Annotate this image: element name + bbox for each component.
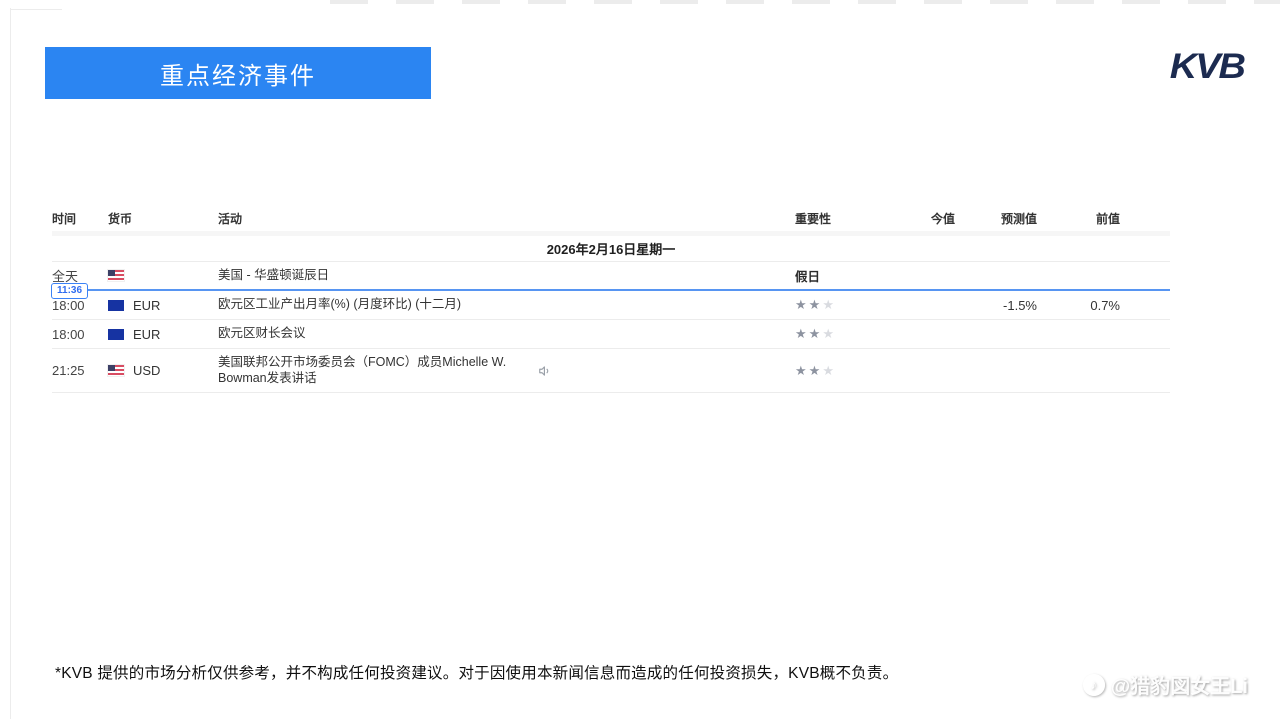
col-header-actual: 今值: [880, 210, 955, 227]
music-note-icon: ♪: [1083, 674, 1105, 696]
country-flag-icon: [108, 270, 124, 281]
country-flag-icon: [108, 329, 124, 340]
star-filled-icon: ★: [795, 326, 809, 341]
importance-rating: ★★★: [795, 297, 880, 313]
col-header-currency: 货币: [108, 210, 218, 227]
table-row: 18:00 EUR 欧元区工业产出月率(%) (月度环比) (十二月) ★★★ …: [52, 291, 1170, 320]
star-filled-icon: ★: [795, 297, 809, 312]
col-header-forecast: 预测值: [955, 210, 1037, 227]
star-filled-icon: ★: [809, 297, 823, 312]
event-time: 18:00: [52, 298, 108, 313]
star-empty-icon: ★: [822, 297, 836, 312]
activity-cell: 美国联邦公开市场委员会（FOMC）成员Michelle W. Bowman发表讲…: [218, 355, 795, 386]
date-label: 2026年2月16日星期一: [547, 239, 676, 258]
importance-rating: ★★★: [795, 326, 880, 342]
event-title: 美国 - 华盛顿诞辰日: [218, 268, 329, 284]
page-corner-line: [10, 9, 62, 10]
star-filled-icon: ★: [795, 363, 809, 378]
page-edge-artifact: [330, 0, 1280, 4]
page-title: 重点经济事件: [160, 56, 316, 91]
event-title: 欧元区工业产出月率(%) (月度环比) (十二月): [218, 297, 461, 313]
activity-cell: 美国 - 华盛顿诞辰日: [218, 268, 795, 284]
calendar-rows: 全天 美国 - 华盛顿诞辰日 假日 11:36 18:00 EUR 欧元区工业产…: [52, 262, 1170, 393]
watermark-text: @猎豹図女王Li: [1111, 670, 1248, 699]
country-flag-icon: [108, 365, 124, 376]
currency-cell: EUR: [108, 327, 218, 342]
activity-cell: 欧元区工业产出月率(%) (月度环比) (十二月): [218, 297, 795, 313]
star-filled-icon: ★: [809, 326, 823, 341]
currency-cell: [108, 270, 218, 281]
section-title-banner: 重点经济事件: [45, 47, 431, 99]
star-empty-icon: ★: [822, 363, 836, 378]
holiday-label: 假日: [795, 270, 820, 284]
star-empty-icon: ★: [822, 326, 836, 341]
currency-code: EUR: [133, 327, 160, 342]
table-row: 18:00 EUR 欧元区财长会议 ★★★: [52, 320, 1170, 349]
watermark: ♪ @猎豹図女王Li: [1083, 670, 1248, 699]
table-row: 21:25 USD 美国联邦公开市场委员会（FOMC）成员Michelle W.…: [52, 349, 1170, 393]
currency-cell: EUR: [108, 298, 218, 313]
current-time-badge: 11:36: [51, 283, 88, 299]
table-row: 全天 美国 - 华盛顿诞辰日 假日 11:36: [52, 262, 1170, 291]
economic-calendar-table: 时间 货币 活动 重要性 今值 预测值 前值 2026年2月16日星期一 全天 …: [52, 205, 1170, 393]
event-time: 18:00: [52, 327, 108, 342]
forecast-value: -1.5%: [955, 298, 1037, 313]
previous-value: 0.7%: [1037, 298, 1120, 313]
event-title: 欧元区财长会议: [218, 326, 306, 342]
importance-rating: ★★★: [795, 363, 880, 379]
importance-rating: 假日: [795, 266, 880, 285]
table-header-row: 时间 货币 活动 重要性 今值 预测值 前值: [52, 205, 1170, 231]
star-filled-icon: ★: [809, 363, 823, 378]
page: 重点经济事件 KVB 时间 货币 活动 重要性 今值 预测值 前值 2026年2…: [0, 0, 1280, 719]
col-header-activity: 活动: [218, 210, 795, 227]
date-group-header: 2026年2月16日星期一: [52, 236, 1170, 262]
activity-cell: 欧元区财长会议: [218, 326, 795, 342]
page-edge-line: [10, 8, 11, 719]
event-title: 美国联邦公开市场委员会（FOMC）成员Michelle W. Bowman发表讲…: [218, 355, 528, 386]
disclaimer-text: *KVB 提供的市场分析仅供参考，并不构成任何投资建议。对于因使用本新闻信息而造…: [55, 661, 898, 683]
speaker-icon[interactable]: [538, 364, 552, 378]
kvb-logo: KVB: [1170, 48, 1244, 88]
col-header-previous: 前值: [1037, 210, 1120, 227]
currency-cell: USD: [108, 363, 218, 378]
col-header-importance: 重要性: [795, 210, 880, 227]
col-header-time: 时间: [52, 210, 108, 227]
event-time: 21:25: [52, 363, 108, 378]
country-flag-icon: [108, 300, 124, 311]
currency-code: EUR: [133, 298, 160, 313]
currency-code: USD: [133, 363, 160, 378]
